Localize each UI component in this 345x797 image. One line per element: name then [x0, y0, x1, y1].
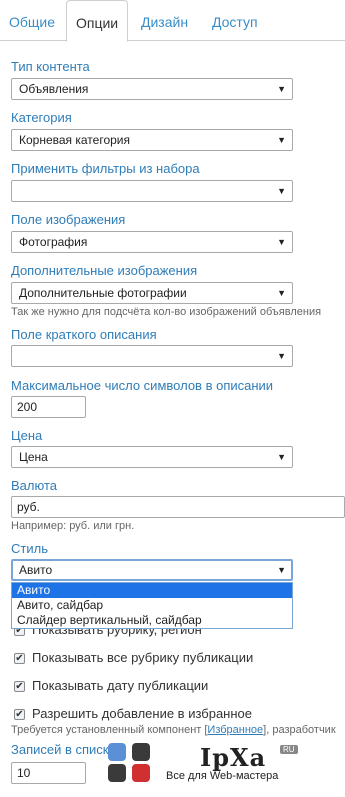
records-label: Записей в списке — [11, 742, 116, 757]
chevron-down-icon: ▼ — [277, 84, 286, 94]
chevron-down-icon: ▼ — [277, 565, 286, 575]
favorites-component-link[interactable]: Избранное — [207, 724, 263, 736]
content-type-select[interactable]: Объявления ▼ — [11, 78, 293, 100]
chevron-down-icon: ▼ — [277, 288, 286, 298]
allow-favorites-label: Разрешить добавление в избранное — [32, 706, 252, 721]
extra-images-label: Дополнительные изображения — [11, 263, 198, 278]
chevron-down-icon: ▼ — [277, 186, 286, 196]
price-label: Цена — [11, 428, 43, 443]
currency-label: Валюта — [11, 478, 57, 493]
watermark-badge: RU — [280, 745, 298, 754]
show-all-categories-checkbox[interactable]: ✔ — [14, 653, 25, 665]
style-value: Авито — [19, 563, 53, 577]
short-desc-label: Поле краткого описания — [11, 327, 157, 342]
image-field-value: Фотография — [19, 235, 88, 249]
chevron-down-icon: ▼ — [277, 452, 286, 462]
style-option-avito[interactable]: Авито — [12, 583, 292, 598]
favorites-hint-post: ], разработчик — [263, 724, 336, 736]
records-input[interactable]: 10 — [11, 762, 86, 784]
logo-square-red — [132, 764, 150, 782]
category-value: Корневая категория — [19, 133, 131, 147]
show-all-categories-row: ✔ Показывать все рубрику публикации — [14, 650, 253, 665]
style-label: Стиль — [11, 541, 48, 556]
extra-images-value: Дополнительные фотографии — [19, 286, 187, 300]
currency-hint: Например: руб. или грн. — [11, 520, 135, 532]
style-option-avito-sidebar[interactable]: Авито, сайдбар — [12, 598, 292, 613]
tab-bar: Общие Опции Дизайн Доступ — [0, 0, 345, 42]
logo-square-dark — [132, 743, 150, 761]
chevron-down-icon: ▼ — [277, 351, 286, 361]
watermark-tagline: Все для Web-мастера — [166, 770, 279, 782]
show-date-checkbox[interactable]: ✔ — [14, 681, 25, 693]
extra-images-hint: Так же нужно для подсчёта кол-во изображ… — [11, 306, 322, 318]
allow-favorites-checkbox[interactable]: ✔ — [14, 709, 25, 721]
max-chars-label: Максимальное число символов в описании — [11, 378, 274, 393]
tab-general[interactable]: Общие — [0, 0, 64, 41]
logo-square-blue — [108, 743, 126, 761]
chevron-down-icon: ▼ — [277, 237, 286, 247]
logo-square-dark-2 — [108, 764, 126, 782]
favorites-hint-pre: Требуется установленный компонент [ — [11, 724, 208, 736]
extra-images-select[interactable]: Дополнительные фотографии ▼ — [11, 282, 293, 304]
category-select[interactable]: Корневая категория ▼ — [11, 129, 293, 151]
price-value: Цена — [19, 450, 48, 464]
currency-input[interactable]: руб. — [11, 496, 345, 518]
watermark-brand: IpXa — [200, 743, 267, 772]
filters-label: Применить фильтры из набора — [11, 161, 200, 176]
image-field-select[interactable]: Фотография ▼ — [11, 231, 293, 253]
favorites-hint: Требуется установленный компонент [Избра… — [11, 724, 336, 736]
allow-favorites-row: ✔ Разрешить добавление в избранное — [14, 706, 252, 721]
tab-options[interactable]: Опции — [66, 0, 129, 42]
show-date-row: ✔ Показывать дату публикации — [14, 678, 208, 693]
short-desc-select[interactable]: ▼ — [11, 345, 293, 367]
style-select[interactable]: Авито ▼ — [11, 559, 293, 581]
filters-select[interactable]: ▼ — [11, 180, 293, 202]
show-all-categories-label: Показывать все рубрику публикации — [32, 650, 254, 665]
watermark: IpXa RU Все для Web-мастера — [108, 740, 345, 797]
content-type-value: Объявления — [19, 82, 89, 96]
content-type-label: Тип контента — [11, 59, 90, 74]
max-chars-input[interactable]: 200 — [11, 396, 86, 418]
style-option-slider-sidebar[interactable]: Слайдер вертикальный, сайдбар — [12, 613, 292, 628]
tab-access[interactable]: Доступ — [203, 0, 267, 41]
chevron-down-icon: ▼ — [277, 135, 286, 145]
category-label: Категория — [11, 110, 72, 125]
image-field-label: Поле изображения — [11, 212, 126, 227]
style-dropdown-list: Авито Авито, сайдбар Слайдер вертикальны… — [11, 582, 293, 629]
price-select[interactable]: Цена ▼ — [11, 446, 293, 468]
show-date-label: Показывать дату публикации — [32, 678, 209, 693]
tab-design[interactable]: Дизайн — [132, 0, 197, 41]
